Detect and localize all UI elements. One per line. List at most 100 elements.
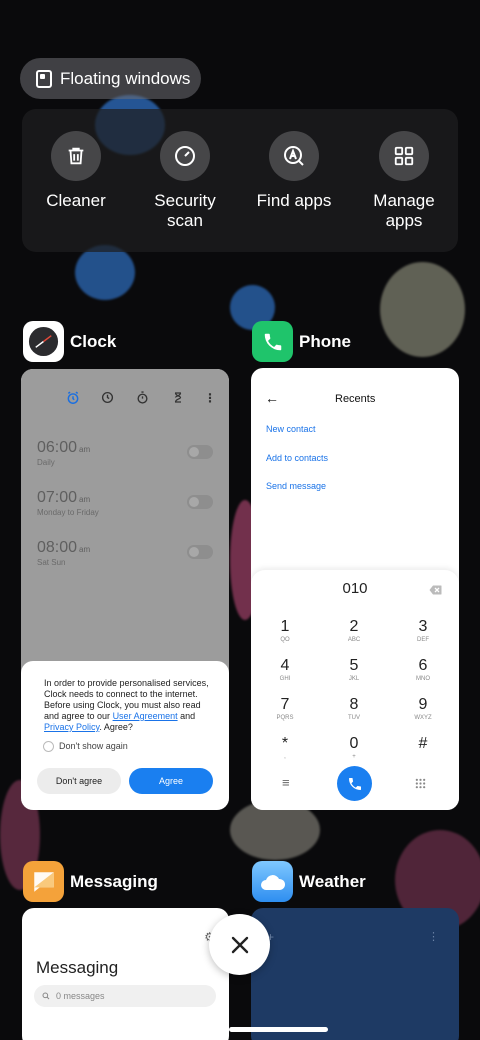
key-digit: 4 — [280, 657, 290, 674]
floating-windows-button[interactable]: Floating windows — [20, 58, 201, 99]
key-letters: QO — [280, 637, 290, 643]
messaging-card[interactable]: ⚙ Messaging 0 messages — [22, 908, 229, 1040]
alarm-row[interactable]: 07:00 am Monday to Friday — [37, 489, 213, 525]
close-icon — [231, 936, 248, 953]
messaging-app-header[interactable]: Messaging — [23, 861, 158, 902]
alarm-time: 07:00 — [37, 489, 78, 506]
tools-panel: Cleaner Security scan Find apps Manage a… — [22, 109, 458, 252]
call-icon — [348, 777, 361, 790]
timer-tab-icon[interactable] — [172, 391, 184, 407]
home-indicator[interactable] — [229, 1027, 328, 1032]
find-apps-button[interactable]: Find apps — [239, 131, 349, 211]
clock-app-header[interactable]: Clock — [23, 321, 116, 362]
clock-card[interactable]: ⋮ 06:00 am Daily 07:00 am Monday to Friday… — [21, 369, 229, 810]
trash-icon — [51, 131, 101, 181]
key-4[interactable]: 4 GHI — [265, 657, 305, 683]
cleaner-button[interactable]: Cleaner — [21, 131, 131, 211]
key-digit: # — [418, 735, 428, 752]
alarm-tab-icon[interactable] — [66, 391, 80, 408]
grid-icon — [379, 131, 429, 181]
send-message-link[interactable]: Send message — [266, 481, 326, 491]
alarm-ampm: am — [79, 495, 91, 504]
alarm-repeat: Sat Sun — [37, 558, 66, 567]
speedometer-icon — [160, 131, 210, 181]
call-button[interactable] — [337, 766, 372, 801]
phone-app-icon — [252, 321, 293, 362]
key-5[interactable]: 5 JKL — [334, 657, 374, 683]
weather-card[interactable]: + ⋮ — [251, 908, 459, 1040]
agree-button[interactable]: Agree — [129, 768, 213, 794]
search-placeholder: 0 messages — [56, 991, 105, 1001]
key-digit: 1 — [280, 618, 290, 635]
checkbox-label: Don't show again — [59, 741, 128, 751]
more-icon[interactable]: ⋮ — [428, 930, 439, 943]
key-6[interactable]: 6 MNO — [403, 657, 443, 683]
checkbox-circle — [43, 741, 54, 752]
alarm-toggle[interactable] — [187, 545, 213, 559]
world-clock-tab-icon[interactable] — [101, 391, 114, 407]
key-3[interactable]: 3 DEF — [403, 618, 443, 644]
alarm-row[interactable]: 06:00 am Daily — [37, 439, 213, 475]
back-arrow-icon[interactable]: ← — [265, 390, 279, 406]
dont-agree-button[interactable]: Don't agree — [37, 768, 121, 794]
new-contact-link[interactable]: New contact — [266, 424, 316, 434]
key-letters: WXYZ — [414, 715, 432, 721]
privacy-policy-link[interactable]: Privacy Policy — [44, 722, 99, 732]
messaging-title: Messaging — [36, 958, 119, 977]
alarm-ampm: am — [79, 545, 91, 554]
key-letters: TUV — [348, 715, 360, 721]
key-2[interactable]: 2 ABC — [334, 618, 374, 644]
messaging-app-name: Messaging — [70, 871, 158, 891]
key-digit: 8 — [349, 696, 359, 713]
alarm-time: 06:00 — [37, 439, 78, 456]
key-0[interactable]: 0 + — [334, 735, 374, 761]
dialog-message: In order to provide personalised service… — [44, 678, 215, 733]
dialog-text: and — [177, 711, 196, 721]
search-icon — [42, 992, 50, 1000]
more-icon[interactable]: ⋮ — [204, 391, 216, 405]
key-letters: PQRS — [276, 715, 294, 721]
key-digit: 0 — [349, 735, 359, 752]
user-agreement-link[interactable]: User Agreement — [113, 711, 178, 721]
key-7[interactable]: 7 PQRS — [265, 696, 305, 722]
weather-app-header[interactable]: Weather — [252, 861, 366, 902]
key-hash[interactable]: # — [403, 735, 443, 753]
clear-all-button[interactable] — [209, 914, 270, 975]
key-letters: DEF — [417, 637, 429, 643]
weather-app-name: Weather — [299, 871, 366, 891]
key-8[interactable]: 8 TUV — [334, 696, 374, 722]
key-digit: 7 — [280, 696, 290, 713]
messaging-app-icon — [23, 861, 64, 902]
alarm-ampm: am — [79, 445, 91, 454]
phone-card[interactable]: ← Recents New contact Add to contacts Se… — [251, 368, 459, 810]
alarm-toggle[interactable] — [187, 495, 213, 509]
add-to-contacts-link[interactable]: Add to contacts — [266, 453, 328, 463]
messages-search-input[interactable]: 0 messages — [34, 985, 216, 1007]
key-digit: 6 — [418, 657, 428, 674]
stopwatch-tab-icon[interactable] — [136, 391, 149, 407]
clock-app-name: Clock — [70, 331, 117, 351]
phone-app-header[interactable]: Phone — [252, 321, 351, 362]
security-scan-button[interactable]: Security scan — [130, 131, 240, 231]
alarm-repeat: Monday to Friday — [37, 508, 99, 517]
alarm-toggle[interactable] — [187, 445, 213, 459]
dialed-number: 010 — [342, 580, 368, 597]
key-star[interactable]: *, — [265, 735, 305, 761]
find-apps-label: Find apps — [256, 191, 332, 210]
backspace-icon[interactable] — [429, 582, 442, 600]
clock-icon — [23, 321, 64, 362]
key-letters: , — [284, 754, 286, 760]
key-letters: MNO — [416, 676, 430, 682]
key-letters: JKL — [348, 676, 360, 682]
weather-app-icon — [252, 861, 293, 902]
dialpad-toggle-icon[interactable] — [415, 776, 426, 794]
clock-tabs: ⋮ — [21, 391, 229, 411]
menu-icon[interactable]: ≡ — [282, 775, 290, 790]
key-letters: GHI — [279, 676, 291, 682]
manage-apps-button[interactable]: Manage apps — [349, 131, 459, 231]
alarm-row[interactable]: 08:00 am Sat Sun — [37, 539, 213, 575]
key-digit: 3 — [418, 618, 428, 635]
key-1[interactable]: 1 QO — [265, 618, 305, 644]
key-9[interactable]: 9 WXYZ — [403, 696, 443, 722]
dont-show-again-checkbox[interactable]: Don't show again — [43, 741, 215, 752]
